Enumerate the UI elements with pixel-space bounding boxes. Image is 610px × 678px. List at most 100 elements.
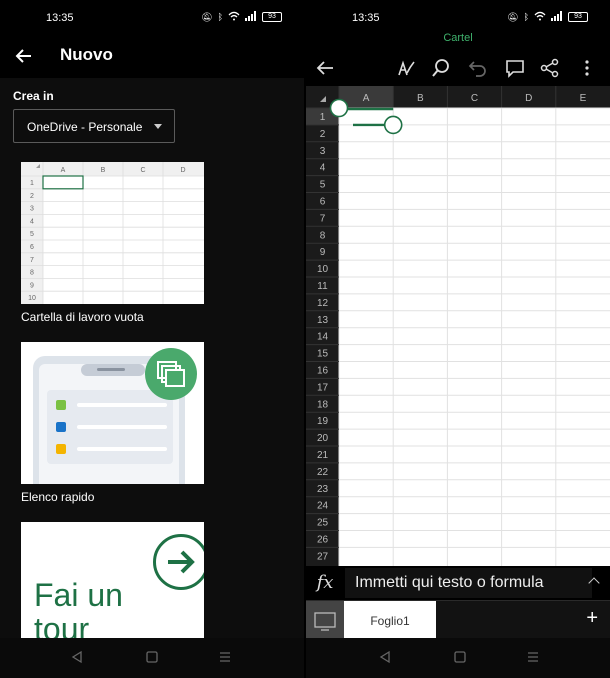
mini-col-header: C	[140, 167, 145, 174]
template-tour[interactable]: Fai un tour	[21, 522, 204, 642]
row-header[interactable]: 15	[317, 349, 329, 360]
nav-home-icon[interactable]	[453, 650, 467, 664]
row-header[interactable]: 3	[320, 146, 326, 157]
mini-grid-preview: A B C D 1 2 3 4 5 6 7 8 9 10	[21, 162, 204, 304]
more-options-icon[interactable]	[576, 57, 598, 79]
workbook-title: Cartel	[443, 32, 473, 44]
bluetooth-icon: ᛒ	[523, 12, 529, 22]
row-header[interactable]: 12	[317, 298, 329, 309]
row-header[interactable]: 1	[320, 112, 326, 123]
app-bar: Nuovo	[0, 38, 304, 78]
back-arrow-icon[interactable]	[314, 57, 336, 79]
column-header[interactable]: B	[417, 93, 424, 104]
status-time: 13:35	[46, 12, 74, 24]
column-header[interactable]: E	[580, 93, 587, 104]
template-list: Crea in OneDrive - Personale A B C D 1 2 3 4 5 6 7…	[0, 78, 304, 642]
nav-back-icon[interactable]	[70, 650, 84, 664]
mini-row-header: 6	[30, 244, 34, 251]
status-bar: 13:35 🔕︎ ᛒ 93	[0, 0, 304, 38]
workbook-editor-screen: 13:35 🔕︎ ᛒ 93 Cartel A B C D E 1 2 3 4 5 6 7 8 9 10 11 1…	[306, 0, 610, 678]
mini-col-header: D	[180, 167, 185, 174]
nav-menu-icon[interactable]	[218, 650, 232, 664]
column-header[interactable]: C	[471, 93, 478, 104]
row-header[interactable]: 17	[317, 382, 329, 393]
column-header[interactable]: D	[525, 93, 532, 104]
arrow-right-circle-icon	[153, 534, 204, 590]
status-icons-right: 🔕︎ ᛒ 93	[507, 11, 588, 23]
mini-row-header: 1	[30, 180, 34, 187]
selection-handle-start[interactable]	[329, 98, 349, 118]
undo-icon[interactable]	[467, 57, 489, 79]
add-sheet-button[interactable]: +	[586, 607, 598, 630]
fx-icon[interactable]: fx	[306, 566, 344, 600]
back-arrow-icon[interactable]	[14, 46, 34, 66]
row-header[interactable]: 20	[317, 433, 329, 444]
row-header[interactable]: 4	[320, 163, 326, 174]
row-header[interactable]: 8	[320, 230, 326, 241]
mini-row-header: 8	[30, 270, 34, 277]
row-header[interactable]: 24	[317, 501, 329, 512]
search-icon[interactable]	[430, 57, 452, 79]
share-icon[interactable]	[539, 57, 561, 79]
comment-icon[interactable]	[504, 57, 526, 79]
editor-toolbar	[306, 50, 610, 86]
battery-icon: 93	[262, 12, 282, 22]
mini-row-header: 2	[30, 193, 34, 200]
template-label-blank: Cartella di lavoro vuota	[21, 310, 144, 324]
bluetooth-icon: ᛒ	[217, 12, 223, 22]
monitor-icon	[314, 612, 336, 631]
row-header[interactable]: 11	[317, 281, 328, 292]
mini-row-header: 10	[28, 295, 36, 302]
row-header[interactable]: 27	[317, 551, 329, 562]
row-header[interactable]: 19	[317, 416, 329, 427]
row-header[interactable]: 22	[317, 467, 329, 478]
row-header[interactable]: 26	[317, 535, 329, 546]
row-header[interactable]: 6	[320, 197, 326, 208]
location-dropdown[interactable]: OneDrive - Personale	[13, 109, 175, 143]
row-header[interactable]: 7	[320, 213, 326, 224]
row-header[interactable]: 9	[320, 247, 326, 258]
spreadsheet-grid[interactable]: A B C D E 1 2 3 4 5 6 7 8 9 10 11 12 13 14 15 16 17 18 19 20 21 22…	[306, 86, 610, 566]
nav-menu-icon[interactable]	[526, 650, 540, 664]
template-quick-list[interactable]	[21, 342, 204, 484]
mini-col-header: A	[61, 167, 66, 174]
row-header[interactable]: 5	[320, 180, 326, 191]
mini-row-header: 9	[30, 282, 34, 289]
mute-icon: 🔕︎	[507, 11, 519, 22]
row-header[interactable]: 14	[317, 332, 329, 343]
row-header[interactable]: 21	[317, 450, 329, 461]
sheet-tab-foglio1[interactable]: Foglio1	[344, 601, 436, 641]
new-workbook-screen: 13:35 🔕︎ ᛒ 93 Nuovo Crea in OneDrive - P…	[0, 0, 304, 678]
battery-icon: 93	[568, 12, 588, 22]
column-header[interactable]: A	[363, 93, 370, 104]
row-header[interactable]: 25	[317, 518, 329, 529]
copy-icon	[145, 348, 197, 400]
status-time-right: 13:35	[352, 12, 380, 24]
grid-canvas[interactable]: A B C D E12345678910111213141516171819202122…	[306, 86, 610, 566]
nav-home-icon[interactable]	[145, 650, 159, 664]
template-label-quick-list: Elenco rapido	[21, 490, 95, 504]
pen-draw-icon[interactable]	[395, 57, 417, 79]
row-header[interactable]: 16	[317, 366, 329, 377]
nav-back-icon[interactable]	[378, 650, 392, 664]
mini-row-header: 5	[30, 231, 34, 238]
row-header[interactable]: 10	[317, 264, 329, 275]
navigation-bar	[0, 638, 304, 678]
wifi-icon	[228, 11, 240, 23]
wifi-icon	[534, 11, 546, 23]
sheet-view-toggle[interactable]	[306, 601, 344, 641]
row-header[interactable]: 18	[317, 399, 329, 410]
row-header[interactable]: 13	[317, 315, 329, 326]
sheet-tab-bar: Foglio1 +	[306, 600, 610, 641]
chevron-down-icon	[154, 124, 162, 129]
row-header[interactable]: 23	[317, 484, 329, 495]
mini-row-header: 3	[30, 206, 34, 213]
location-value: OneDrive - Personale	[27, 120, 143, 134]
mini-row-header: 4	[30, 218, 34, 225]
selection-handle-end[interactable]	[383, 115, 403, 135]
mini-row-header: 7	[30, 257, 34, 264]
row-header[interactable]: 2	[320, 129, 326, 140]
template-blank-workbook[interactable]: A B C D 1 2 3 4 5 6 7 8 9 10	[21, 162, 204, 304]
formula-input[interactable]: Immetti qui testo o formula	[345, 568, 592, 598]
signal-icon	[245, 11, 257, 23]
